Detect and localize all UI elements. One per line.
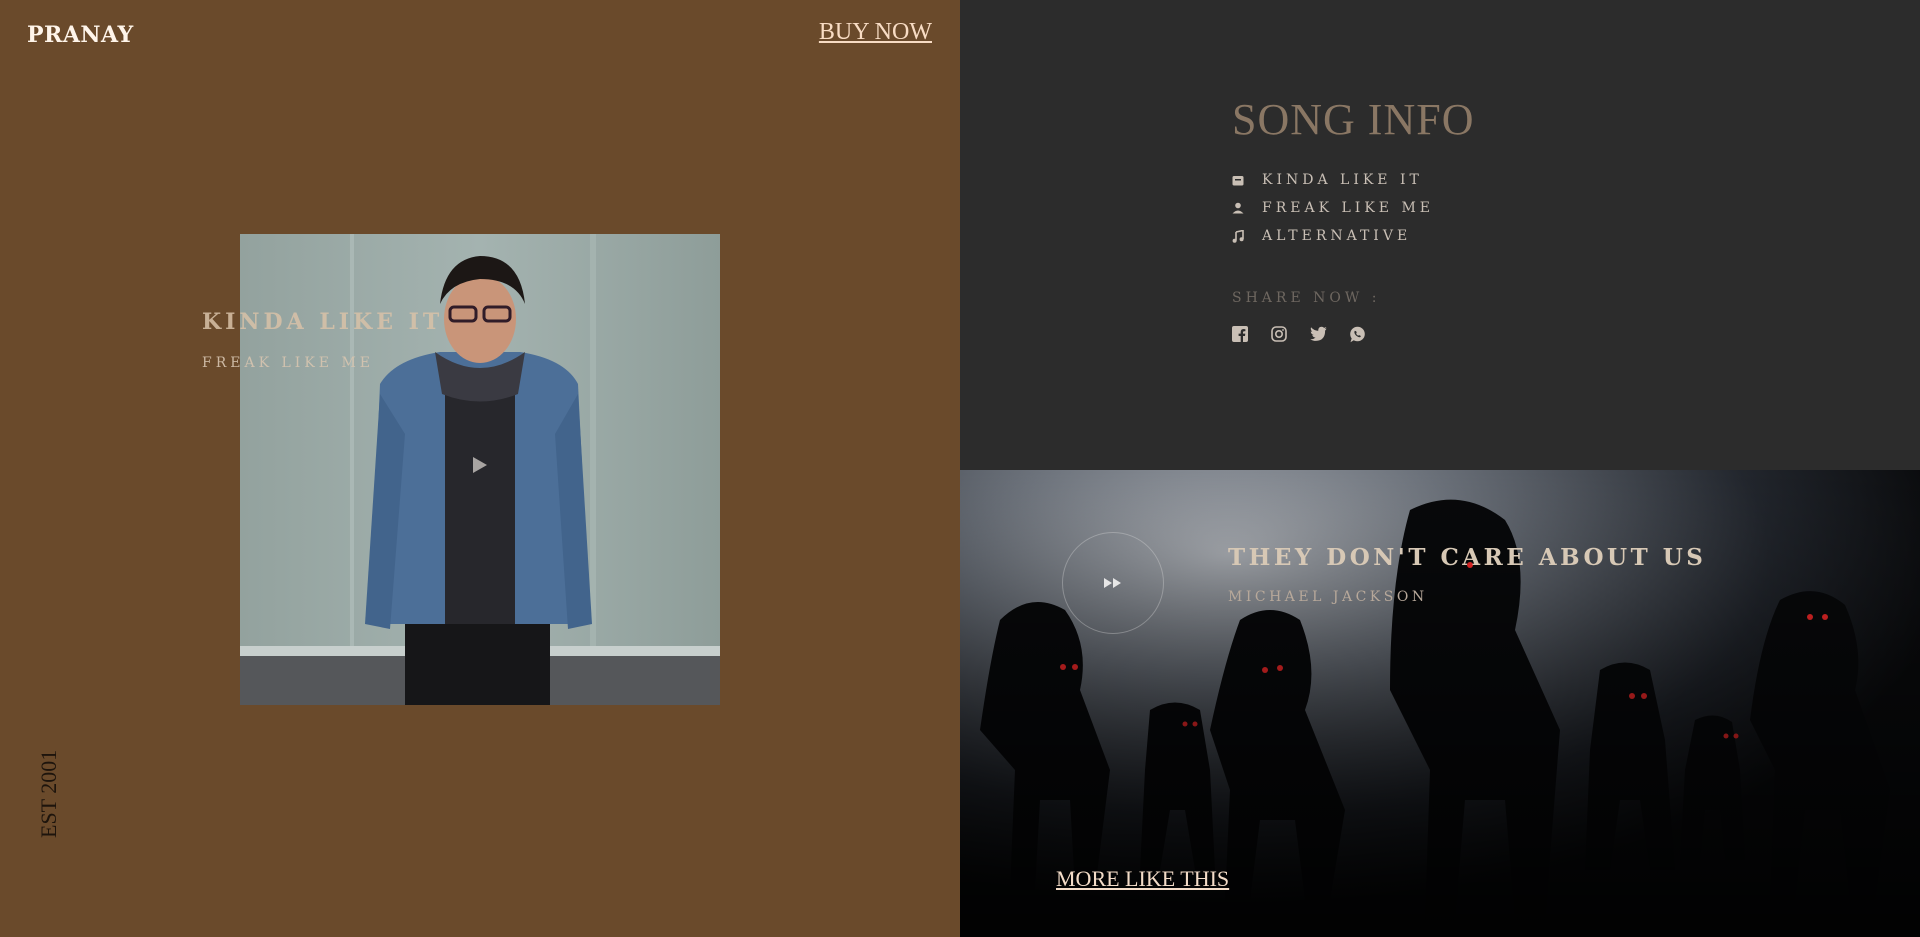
- music-note-icon: [1232, 229, 1248, 243]
- song-info-item-genre: ALTERNATIVE: [1232, 222, 1434, 250]
- featured-track-artist: MICHAEL JACKSON: [1228, 589, 1428, 605]
- song-info-label: KINDA LIKE IT: [1262, 172, 1423, 188]
- whatsapp-icon[interactable]: [1349, 326, 1366, 343]
- artist-photo: [240, 234, 720, 705]
- twitter-icon[interactable]: [1310, 326, 1327, 343]
- song-info-list: KINDA LIKE IT FREAK LIKE ME ALTERNATIVE: [1232, 166, 1434, 250]
- featured-track-panel: THEY DON'T CARE ABOUT US MICHAEL JACKSON…: [960, 470, 1920, 937]
- track-artist: FREAK LIKE ME: [202, 355, 375, 371]
- song-info-label: ALTERNATIVE: [1262, 228, 1412, 244]
- instagram-icon[interactable]: [1271, 326, 1288, 343]
- person-icon: [1232, 201, 1248, 215]
- fast-forward-icon: [1104, 578, 1121, 588]
- more-like-this-link[interactable]: MORE LIKE THIS: [1056, 866, 1229, 892]
- brand-logo[interactable]: PRANAY: [27, 22, 134, 48]
- social-share-bar: [1232, 326, 1366, 343]
- play-button[interactable]: [1062, 532, 1164, 634]
- track-title: KINDA LIKE IT: [202, 309, 444, 335]
- song-info-item-album: KINDA LIKE IT: [1232, 166, 1434, 194]
- established-label: EST 2001: [36, 749, 61, 838]
- song-info-item-artist: FREAK LIKE ME: [1232, 194, 1434, 222]
- song-info-label: FREAK LIKE ME: [1262, 200, 1435, 216]
- song-info-panel: SONG INFO KINDA LIKE IT FREAK LIKE ME AL…: [960, 0, 1920, 470]
- facebook-icon[interactable]: [1232, 326, 1249, 343]
- hero-panel: PRANAY BUY NOW KINDA LIKE IT FREAK LIKE …: [0, 0, 960, 937]
- play-icon[interactable]: [472, 456, 488, 474]
- song-info-title: SONG INFO: [1232, 95, 1475, 144]
- share-label: SHARE NOW :: [1232, 290, 1381, 306]
- buy-now-link[interactable]: BUY NOW: [819, 19, 932, 46]
- featured-track-title: THEY DON'T CARE ABOUT US: [1228, 544, 1707, 571]
- album-icon: [1232, 173, 1248, 187]
